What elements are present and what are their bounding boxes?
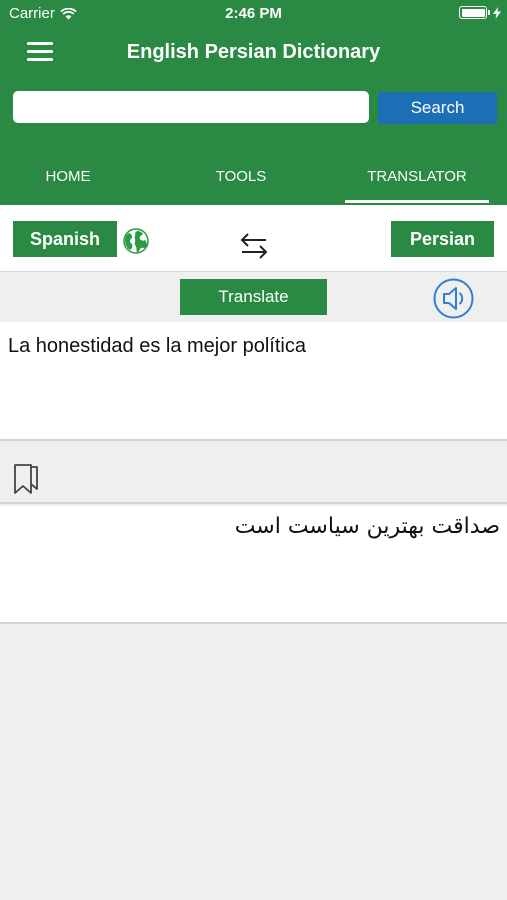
tab-home[interactable]: HOME bbox=[0, 168, 140, 185]
search-input[interactable] bbox=[13, 91, 369, 123]
title-bar: English Persian Dictionary bbox=[0, 30, 507, 76]
search-bar: Search bbox=[0, 91, 507, 125]
language-selector-row: Spanish Persian bbox=[0, 205, 507, 272]
translate-action-row: Translate bbox=[0, 272, 507, 322]
target-language-button[interactable]: Persian bbox=[391, 221, 494, 257]
active-tab-indicator bbox=[345, 200, 489, 203]
search-button[interactable]: Search bbox=[378, 92, 497, 124]
source-text: La honestidad es la mejor política bbox=[8, 335, 306, 357]
status-time: 2:46 PM bbox=[225, 5, 282, 22]
translated-text: صداقت بهترین سیاست است bbox=[234, 514, 500, 539]
tab-bar: HOME TOOLS TRANSLATOR bbox=[0, 158, 507, 203]
swap-arrows-icon[interactable] bbox=[238, 231, 270, 261]
status-bar: Carrier 2:46 PM bbox=[0, 0, 507, 28]
speaker-icon[interactable] bbox=[433, 278, 474, 319]
globe-icon[interactable] bbox=[123, 228, 149, 254]
page-title: English Persian Dictionary bbox=[126, 41, 381, 63]
bookmark-row bbox=[0, 443, 507, 504]
battery-icon bbox=[459, 6, 501, 19]
tab-translator[interactable]: TRANSLATOR bbox=[345, 168, 489, 185]
bookmark-icon[interactable] bbox=[13, 463, 41, 495]
app-header: Carrier 2:46 PM English Persian Dictiona… bbox=[0, 0, 507, 205]
tab-tools[interactable]: TOOLS bbox=[169, 168, 313, 185]
translate-button[interactable]: Translate bbox=[180, 279, 327, 315]
source-language-button[interactable]: Spanish bbox=[13, 221, 117, 257]
source-text-area[interactable]: La honestidad es la mejor política bbox=[0, 322, 507, 441]
translation-output-area: صداقت بهترین سیاست است bbox=[0, 506, 507, 624]
charging-bolt-icon bbox=[493, 6, 501, 19]
